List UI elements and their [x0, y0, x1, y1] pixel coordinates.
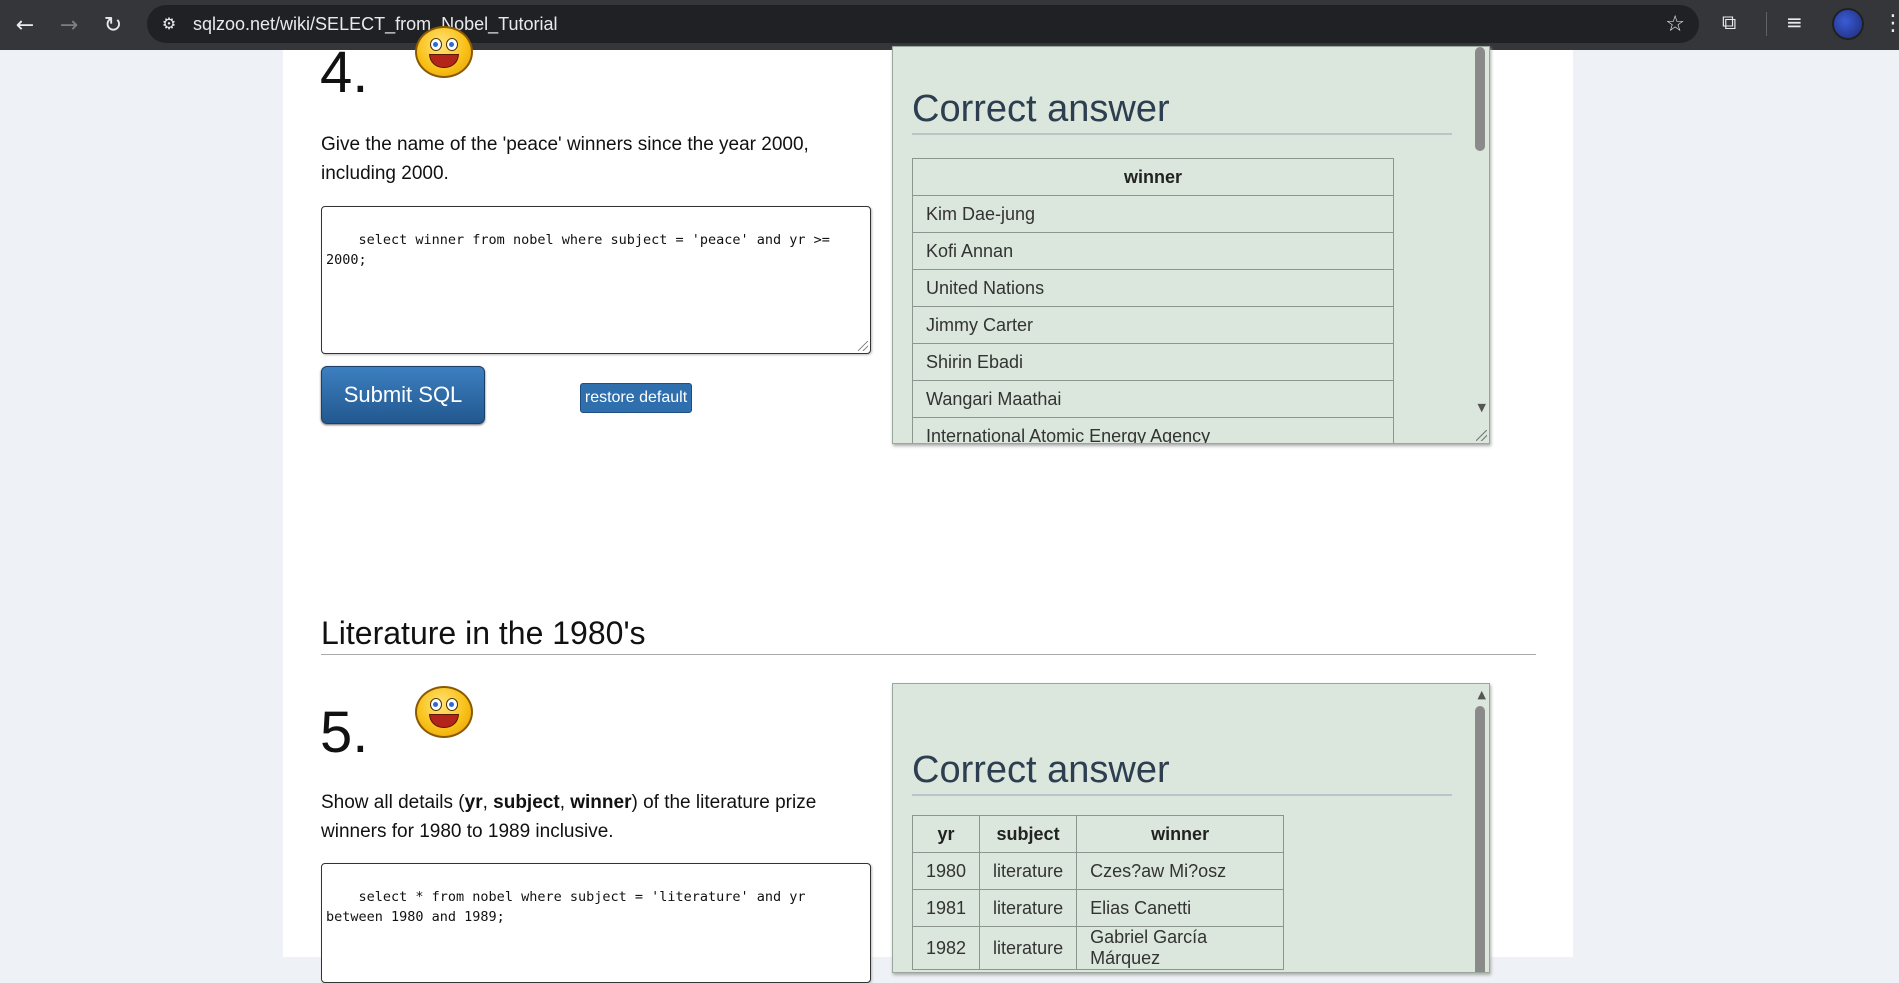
table-cell: United Nations	[912, 269, 1394, 307]
address-bar[interactable]: ⚙ sqlzoo.net/wiki/SELECT_from_Nobel_Tuto…	[147, 5, 1699, 43]
reload-icon[interactable]: ↻	[96, 8, 130, 42]
smiley-icon	[415, 686, 473, 738]
sql-editor-5-text[interactable]: select * from nobel where subject = 'lit…	[326, 889, 806, 925]
scrollbar-thumb[interactable]	[1475, 47, 1485, 151]
table-row: 1981 literature Elias Canetti	[911, 889, 1285, 927]
column-header: subject	[979, 815, 1078, 853]
table-row: Kofi Annan	[912, 232, 1394, 270]
table-cell: Kofi Annan	[912, 232, 1394, 270]
table-cell: Kim Dae-jung	[912, 195, 1394, 233]
sql-editor-5[interactable]: select * from nobel where subject = 'lit…	[321, 863, 871, 983]
keyword-winner: winner	[570, 792, 632, 813]
browser-toolbar: ← → ↻ ⚙ sqlzoo.net/wiki/SELECT_from_Nobe…	[0, 0, 1899, 50]
table-row: Kim Dae-jung	[912, 195, 1394, 233]
keyword-subject: subject	[493, 792, 560, 813]
extensions-icon[interactable]: ⧉	[1722, 10, 1736, 34]
table-row: United Nations	[912, 269, 1394, 307]
answer-title: Correct answer	[912, 749, 1452, 796]
restore-default-button[interactable]: restore default	[580, 383, 692, 413]
table-row: Shirin Ebadi	[912, 343, 1394, 381]
forward-icon[interactable]: →	[52, 8, 86, 42]
answer-table-4: winner Kim Dae-jung Kofi Annan United Na…	[912, 158, 1394, 443]
table-cell: Shirin Ebadi	[912, 343, 1394, 381]
site-info-icon[interactable]: ⚙	[159, 14, 179, 34]
table-cell: Jimmy Carter	[912, 306, 1394, 344]
back-icon[interactable]: ←	[8, 8, 42, 42]
smiley-icon	[415, 26, 473, 78]
answer-title: Correct answer	[912, 88, 1452, 135]
page-content: 4. Give the name of the 'peace' winners …	[283, 26, 1573, 983]
table-row: International Atomic Energy Agency	[912, 417, 1394, 443]
section-heading: Literature in the 1980's	[321, 615, 1536, 655]
resize-handle[interactable]	[1476, 430, 1487, 441]
column-header: winner	[912, 158, 1394, 196]
table-cell: International Atomic Energy Agency	[912, 417, 1394, 443]
column-header: yr	[911, 815, 981, 853]
question-number-5: 5.	[320, 700, 369, 765]
browser-menu-icon[interactable]: ⋮	[1882, 6, 1899, 42]
scroll-down-icon[interactable]: ▼	[1478, 401, 1486, 414]
sql-editor-4-text[interactable]: select winner from nobel where subject =…	[326, 232, 838, 268]
toolbar-divider	[1766, 12, 1767, 36]
bookmark-star-icon[interactable]: ☆	[1665, 12, 1685, 37]
profile-avatar[interactable]	[1832, 8, 1864, 40]
table-row: Wangari Maathai	[912, 380, 1394, 418]
sql-editor-4[interactable]: select winner from nobel where subject =…	[321, 206, 871, 354]
table-row: Jimmy Carter	[912, 306, 1394, 344]
url-text[interactable]: sqlzoo.net/wiki/SELECT_from_Nobel_Tutori…	[193, 14, 558, 35]
table-cell: Wangari Maathai	[912, 380, 1394, 418]
scroll-up-icon[interactable]: ▲	[1478, 688, 1486, 701]
submit-sql-button[interactable]: Submit SQL	[321, 366, 485, 424]
resize-handle[interactable]	[858, 341, 868, 351]
table-row: 1980 literature Czes?aw Mi?osz	[911, 852, 1285, 890]
column-header: winner	[1076, 815, 1285, 853]
scrollbar[interactable]: ▼	[1471, 47, 1489, 443]
answer-panel-4[interactable]: Correct answer winner Kim Dae-jung Kofi …	[892, 46, 1490, 444]
question-5-prompt: Show all details (yr, subject, winner) o…	[321, 792, 817, 842]
question-number-4: 4.	[320, 40, 369, 105]
scrollbar-thumb[interactable]	[1475, 706, 1485, 972]
answer-panel-5[interactable]: Correct answer yr subject winner 1980 li…	[892, 683, 1490, 973]
scrollbar[interactable]: ▲	[1471, 684, 1489, 972]
keyword-yr: yr	[464, 792, 483, 813]
answer-table-5: yr subject winner 1980 literature Czes?a…	[911, 815, 1285, 970]
media-controls-icon[interactable]: ≡	[1786, 10, 1803, 34]
question-4-prompt: Give the name of the 'peace' winners sin…	[321, 134, 809, 184]
table-row: 1982 literature Gabriel García Márquez	[911, 926, 1285, 970]
